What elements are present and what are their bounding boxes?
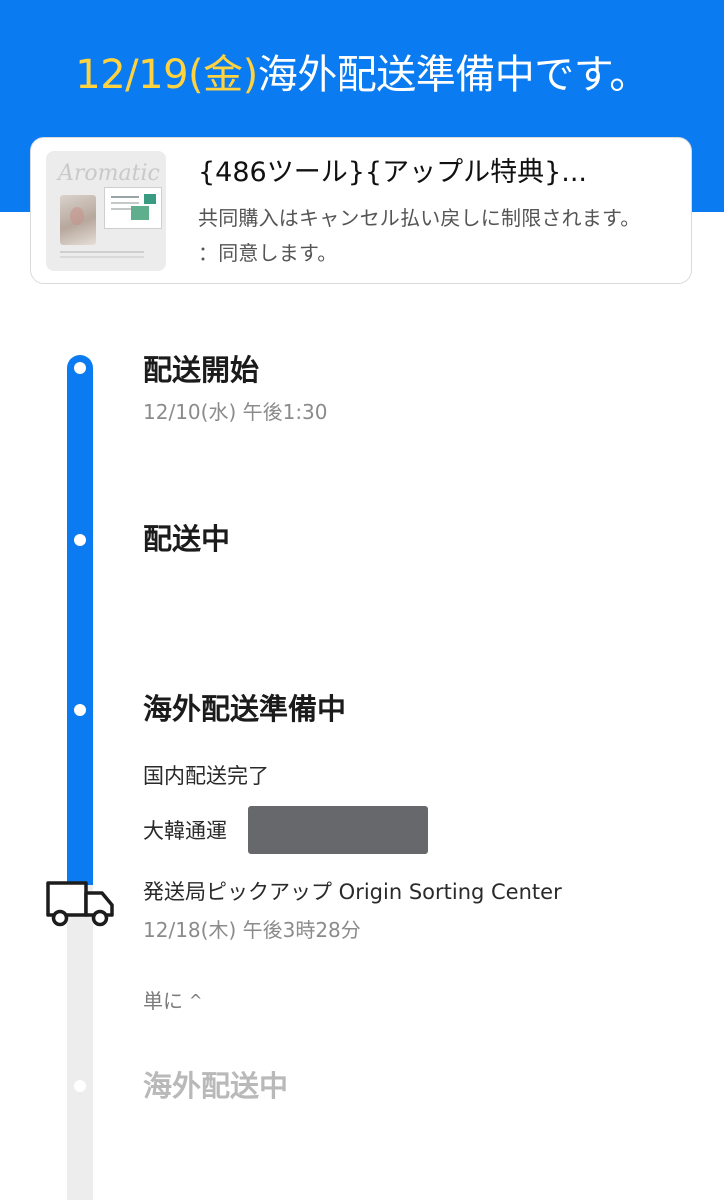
- timeline-dot-prep: [74, 704, 86, 716]
- step-time-shipping-started: 12/10(水) 午後1:30: [143, 400, 328, 424]
- step-title-shipping-started: 配送開始: [143, 353, 260, 387]
- tracking-event-text: 発送局ピックアップ Origin Sorting Center: [143, 880, 562, 904]
- delivery-date: 12/19(金): [75, 52, 258, 98]
- collapse-label: 単に: [143, 989, 183, 1013]
- carrier-name: 大韓通運: [143, 819, 227, 843]
- product-note: 共同購入はキャンセル払い戻しに制限されます。 ：同意します。: [198, 206, 641, 265]
- redacted-tracking-number: [248, 806, 428, 854]
- timeline-dot-start: [74, 362, 86, 374]
- timeline-dot-in-transit: [74, 534, 86, 546]
- domestic-delivery-status: 国内配送完了: [143, 764, 269, 788]
- delivery-truck-icon: [46, 881, 114, 927]
- chevron-up-icon: ^: [189, 991, 203, 1010]
- thumbnail-postcard: [104, 187, 162, 229]
- product-thumbnail: Aromatic: [46, 151, 166, 271]
- thumbnail-fine-print: [60, 251, 144, 253]
- timeline-track-progress: [67, 355, 93, 885]
- tracking-event-time: 12/18(木) 午後3時28分: [143, 918, 361, 942]
- collapse-details-toggle[interactable]: 単に ^: [143, 986, 202, 1016]
- thumbnail-brand-text: Aromatic: [58, 161, 160, 186]
- delivery-headline: 12/19(金)海外配送準備中です。: [0, 48, 724, 102]
- product-card[interactable]: Aromatic {486ツール}{アップル特典}... 共同購入はキャンセル払…: [30, 137, 692, 284]
- step-title-in-transit: 配送中: [143, 522, 231, 556]
- delivery-status-text: 海外配送準備中です。: [257, 52, 650, 98]
- step-title-overseas-prep: 海外配送準備中: [143, 692, 347, 726]
- product-title: {486ツール}{アップル特典}...: [198, 157, 587, 188]
- timeline-dot-overseas: [74, 1080, 86, 1092]
- thumbnail-photo: [60, 195, 96, 245]
- step-title-overseas-shipping: 海外配送中: [143, 1069, 289, 1103]
